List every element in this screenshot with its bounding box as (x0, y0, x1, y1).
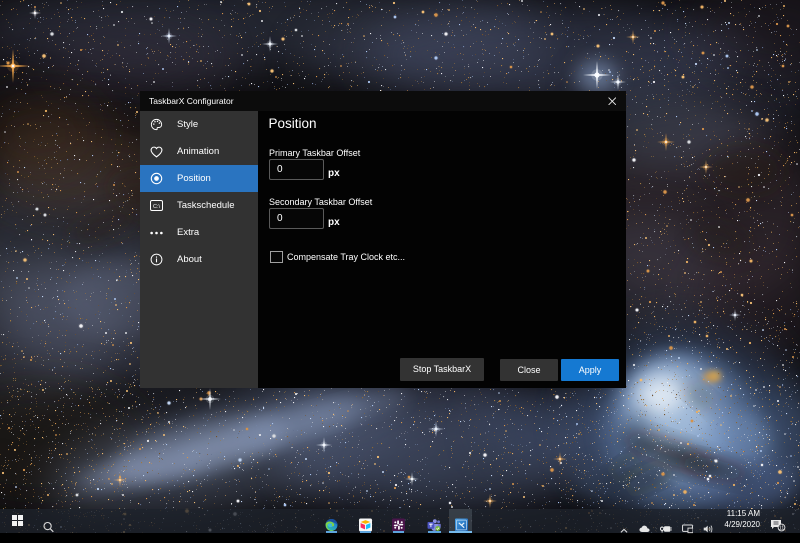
svg-text:11: 11 (779, 526, 785, 532)
svg-text:C:\: C:\ (153, 204, 161, 210)
